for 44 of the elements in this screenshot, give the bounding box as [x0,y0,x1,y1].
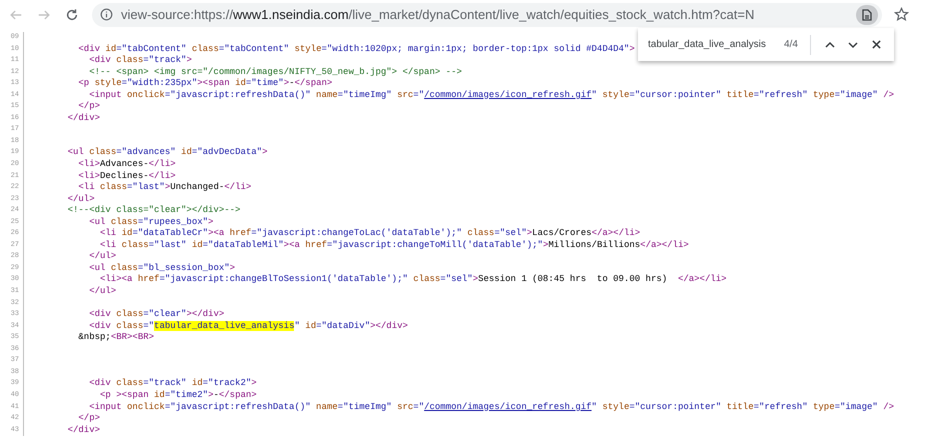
search-match: tabular_data_live_analysis [154,320,294,331]
code-line: <li id="dataTableCr"><a href="javascript:changeToLac('dataTable');" class="sel">Lacs/Crores</a></li> [99,228,640,240]
code-line: <div class="tabular_data_live_analysis" id="dataDiv"></div> [88,320,408,332]
star-icon[interactable] [894,7,909,22]
code-line: <ul class="bl_session_box"> [88,262,236,274]
right-arrow-icon [37,8,51,22]
code-line: <!-- <span> <img src="/common/images/NIFTY_50_new_b.jpg"> </span> --> [88,66,462,78]
code-line: <div class="track"> [88,55,192,67]
code-line: <li class="last">Unchanged-</li> [77,182,252,194]
code-line: </div> [66,424,100,436]
chevron-up-icon [825,40,836,48]
left-arrow-icon [9,8,23,22]
code-line: </p> [77,101,100,113]
code-line: <p ><span id="time2">-</span> [99,390,257,402]
code-line: </p> [77,413,100,425]
code-line: <div id="tabContent" class="tabContent" style="width:1020px; margin:1px; border-top:1px solid #D4D4D4"> [77,44,635,56]
code-line: <div class="track" id="track2"> [88,378,257,390]
match-count: 4/4 [784,38,798,52]
close-icon [872,40,881,49]
find-field[interactable]: tabular_data_live_analysis [648,37,780,52]
code-line: <li>Declines-</li> [77,170,176,182]
source-link[interactable]: /common/images/icon_refresh.gif [424,402,592,412]
code-line: </div> [66,112,100,124]
code-line: </ul> [88,251,116,263]
code-line: <li><a href="javascript:changeBlToSession1('dataTable');" class="sel">Session 1 (08:45 hrs to 09.00 hrs) </a></li> [99,274,727,286]
url-text: view-source:https://www1.nseindia.com/live_market/dynaContent/live_watch/equities_stock_watch.htm?cat=N [121,6,754,24]
reload-icon [65,8,79,22]
source-link[interactable]: /common/images/icon_refresh.gif [424,90,592,100]
code-line: <li>Advances-</li> [77,159,176,171]
code-line: <!--<div class="clear"></div>--> [66,205,240,217]
code-line: &nbsp;<BR><BR> [77,332,154,344]
code-line: <input onclick="javascript:refreshData()" name="timeImg" src="/common/images/icon_refresh.gif" style="cursor:pointer" title="refresh" type="image" /> [88,90,894,102]
code-line: <ul class="advances" id="advDecData"> [66,147,268,160]
code-line: <p style="width:235px"><span id="time">-</span> [77,78,332,90]
chevron-down-icon [848,40,858,48]
code-line: <ul class="rupees_box"> [88,216,214,228]
info-icon[interactable] [100,8,113,21]
page-icon[interactable] [856,4,878,24]
code-line: <div class="clear"></div> [88,309,224,321]
code-line: </ul> [66,194,95,206]
address-bar[interactable]: view-source:https://www1.nseindia.com/live_market/dynaContent/live_watch/equities_stock_watch.htm?cat=N [92,2,882,26]
code-line: </ul> [88,286,116,298]
code-line: <input onclick="javascript:refreshData()" name="timeImg" src="/common/images/icon_refresh.gif" style="cursor:pointer" title="refresh" type="image" /> [88,402,894,414]
code-line: <li class="last" id="dataTableMil"><a href="javascript:changeToMill('dataTable');">Millions/Billions</a></li> [99,240,689,252]
